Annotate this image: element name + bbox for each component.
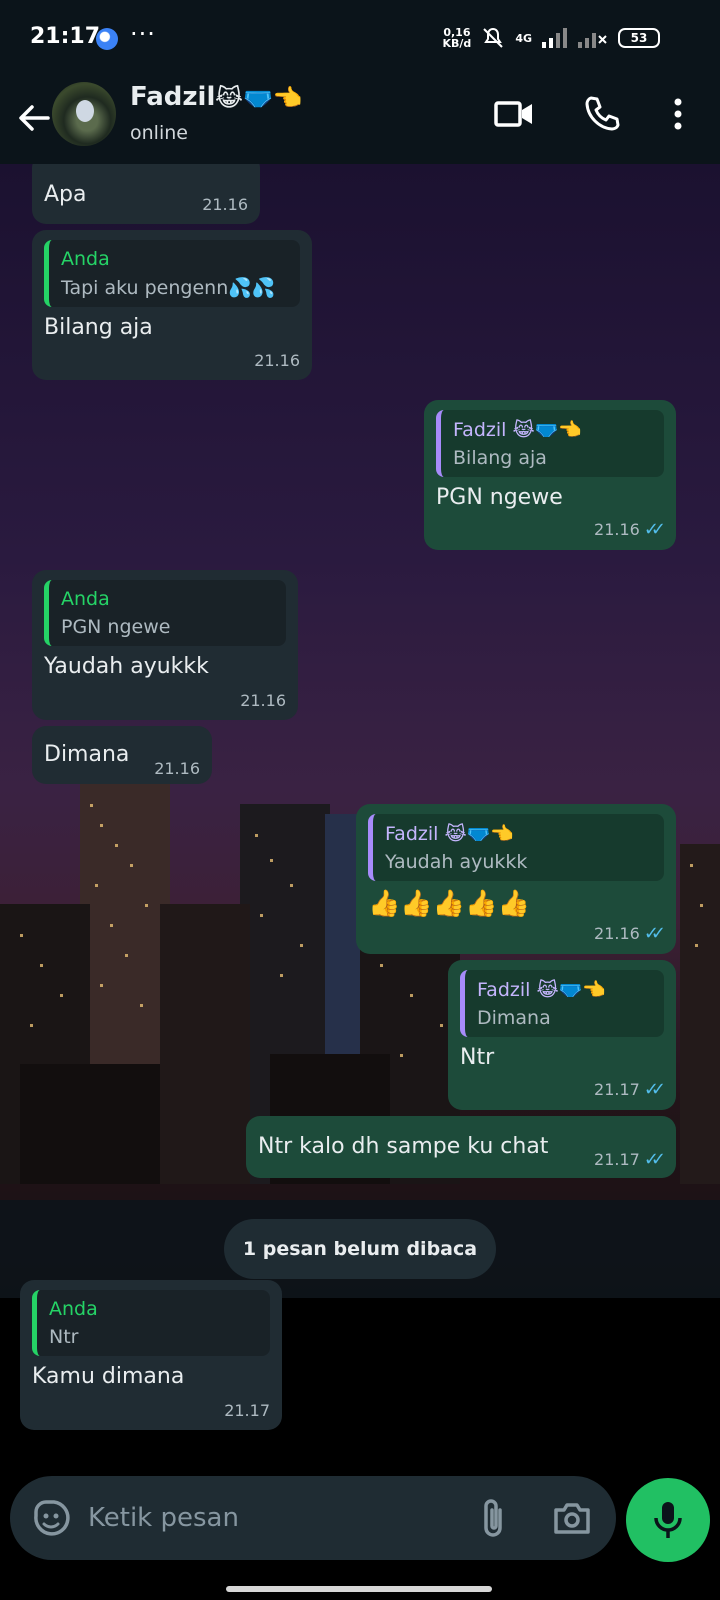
voice-call-icon[interactable] xyxy=(580,92,624,136)
reply-author: Anda xyxy=(49,1298,98,1320)
message-meta: 21.16 ✓✓ xyxy=(594,923,666,944)
reply-text: Yaudah ayukkk xyxy=(385,851,528,873)
reply-text: Bilang aja xyxy=(453,447,547,469)
message-meta: 21.17 ✓✓ xyxy=(594,1079,666,1100)
voice-message-button[interactable] xyxy=(626,1478,710,1562)
message-text: Dimana xyxy=(44,742,130,767)
reply-quote[interactable]: Fadzil 😹🩲👈 Bilang aja xyxy=(436,410,664,477)
reply-author: Fadzil 😹🩲👈 xyxy=(385,823,514,845)
network-speed: 0,16 KB/d xyxy=(442,26,472,50)
composer-bar xyxy=(0,1468,720,1600)
message-bubble-outgoing[interactable]: Ntr kalo dh sampe ku chat 21.17 ✓✓ xyxy=(246,1116,676,1178)
signal-no-service-icon xyxy=(578,33,607,48)
signal-icon xyxy=(542,28,567,48)
contact-name[interactable]: Fadzil xyxy=(130,82,215,112)
message-text: PGN ngewe xyxy=(436,485,563,510)
message-time: 21.17 xyxy=(594,1080,640,1099)
battery-indicator: 53 xyxy=(618,28,660,48)
unread-messages-label: 1 pesan belum dibaca xyxy=(224,1219,496,1279)
message-meta: 21.16 ✓✓ xyxy=(594,519,666,540)
reply-quote[interactable]: Anda Ntr xyxy=(32,1290,270,1356)
reply-text: Tapi aku pengenn💦💦 xyxy=(61,277,276,299)
message-time: 21.16 xyxy=(154,759,200,778)
message-time: 21.17 xyxy=(224,1401,270,1420)
message-text: Bilang aja xyxy=(44,315,153,340)
message-bubble-outgoing[interactable]: Fadzil 😹🩲👈 Bilang aja PGN ngewe 21.16 ✓✓ xyxy=(424,400,676,550)
message-meta: 21.16 xyxy=(154,759,200,778)
message-text: 👍👍👍👍👍 xyxy=(368,889,530,919)
camera-icon[interactable] xyxy=(550,1496,594,1540)
message-time: 21.16 xyxy=(594,520,640,539)
message-bubble-incoming[interactable]: Anda Ntr Kamu dimana 21.17 xyxy=(20,1280,282,1430)
network-type: 4G xyxy=(515,31,532,45)
message-text: Yaudah ayukkk xyxy=(44,654,209,679)
message-bubble-outgoing[interactable]: Fadzil 😹🩲👈 Yaudah ayukkk 👍👍👍👍👍 21.16 ✓✓ xyxy=(356,804,676,954)
message-meta: 21.16 xyxy=(202,195,248,214)
chat-area[interactable]: Apa 21.16 Anda Tapi aku pengenn💦💦 Bilang… xyxy=(0,164,720,1468)
message-meta: 21.17 xyxy=(224,1401,270,1420)
status-time: 21:17 xyxy=(30,24,101,49)
read-receipt-icon: ✓✓ xyxy=(643,1079,666,1100)
attach-icon[interactable] xyxy=(474,1496,514,1540)
video-call-icon[interactable] xyxy=(492,92,536,136)
message-meta: 21.16 xyxy=(240,691,286,710)
message-text: Apa xyxy=(44,182,87,207)
status-indicators: 0,16 KB/d 4G 53 xyxy=(442,26,660,50)
reply-author: Fadzil 😹🩲👈 xyxy=(477,979,606,1001)
read-receipt-icon: ✓✓ xyxy=(643,923,666,944)
message-composer xyxy=(10,1476,616,1560)
message-time: 21.17 xyxy=(594,1150,640,1169)
message-meta: 21.17 ✓✓ xyxy=(594,1149,666,1170)
reply-quote[interactable]: Fadzil 😹🩲👈 Dimana xyxy=(460,970,664,1037)
reply-text: PGN ngewe xyxy=(61,616,171,638)
home-indicator[interactable] xyxy=(226,1586,492,1592)
reply-quote[interactable]: Anda Tapi aku pengenn💦💦 xyxy=(44,240,300,307)
read-receipt-icon: ✓✓ xyxy=(643,1149,666,1170)
message-text: Kamu dimana xyxy=(32,1364,185,1389)
status-bar: 21:17 ··· 0,16 KB/d 4G 53 xyxy=(0,0,720,80)
message-text: Ntr kalo dh sampe ku chat xyxy=(258,1134,549,1159)
reply-author: Anda xyxy=(61,248,110,270)
reply-text: Dimana xyxy=(477,1007,551,1029)
chat-header: Fadzil 😹🩲👈 online xyxy=(0,80,720,164)
message-bubble-outgoing[interactable]: Fadzil 😹🩲👈 Dimana Ntr 21.17 ✓✓ xyxy=(448,960,676,1110)
overflow-menu-icon[interactable] xyxy=(656,92,700,136)
reply-author: Anda xyxy=(61,588,110,610)
message-bubble-incoming[interactable]: Anda Tapi aku pengenn💦💦 Bilang aja 21.16 xyxy=(32,230,312,380)
reply-quote[interactable]: Anda PGN ngewe xyxy=(44,580,286,646)
message-text: Ntr xyxy=(460,1045,495,1070)
microphone-icon xyxy=(654,1502,682,1538)
message-meta: 21.16 xyxy=(254,351,300,370)
message-time: 21.16 xyxy=(240,691,286,710)
contact-status: online xyxy=(130,122,188,144)
mute-icon xyxy=(483,27,504,48)
reply-quote[interactable]: Fadzil 😹🩲👈 Yaudah ayukkk xyxy=(368,814,664,881)
contact-emoji: 😹🩲👈 xyxy=(215,84,303,112)
message-bubble-incoming[interactable]: Apa 21.16 xyxy=(32,164,260,224)
app-notification-icon xyxy=(96,28,118,50)
message-bubble-incoming[interactable]: Anda PGN ngewe Yaudah ayukkk 21.16 xyxy=(32,570,298,720)
back-arrow-icon[interactable] xyxy=(14,98,54,138)
message-time: 21.16 xyxy=(254,351,300,370)
more-notifications-icon: ··· xyxy=(130,20,156,48)
message-input[interactable] xyxy=(88,1476,448,1560)
message-time: 21.16 xyxy=(202,195,248,214)
message-bubble-incoming[interactable]: Dimana 21.16 xyxy=(32,726,212,784)
read-receipt-icon: ✓✓ xyxy=(643,519,666,540)
sticker-icon[interactable] xyxy=(30,1496,74,1540)
reply-text: Ntr xyxy=(49,1326,79,1348)
message-time: 21.16 xyxy=(594,924,640,943)
reply-author: Fadzil 😹🩲👈 xyxy=(453,419,582,441)
contact-avatar[interactable] xyxy=(52,82,116,146)
